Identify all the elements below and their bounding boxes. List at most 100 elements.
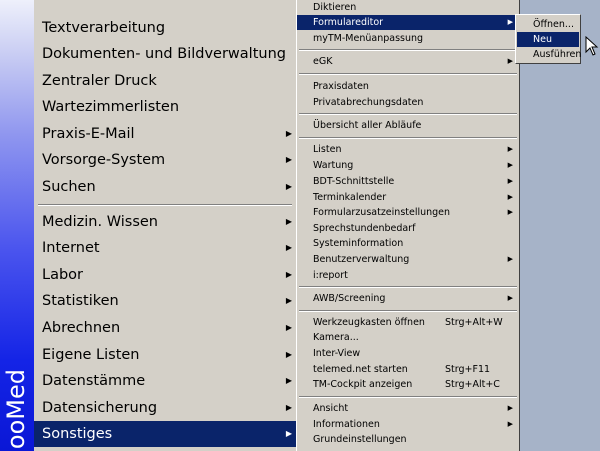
submenu-arrow-icon: ▶ (507, 255, 513, 263)
menu-separator (299, 73, 517, 75)
submenu-arrow-icon: ▶ (285, 296, 292, 305)
submenu-item-uebersicht-ablaeufe[interactable]: Übersicht aller Abläufe (297, 118, 519, 133)
submenu-item-listen[interactable]: Listen ▶ (297, 142, 519, 157)
menu-item-label: Wartezimmerlisten (42, 99, 180, 115)
menu-separator (299, 137, 517, 139)
submenu-item-label: Wartung (313, 160, 354, 171)
menu-item-vorsorge-system[interactable]: Vorsorge-System ▶ (34, 147, 296, 173)
menu-item-label: Eigene Listen (42, 347, 140, 363)
submenu-item-werkzeugkasten[interactable]: Werkzeugkasten öffnen Strg+Alt+W (297, 315, 519, 330)
menu-separator (299, 310, 517, 312)
submenu-arrow-icon: ▶ (507, 161, 513, 169)
menu-item-label: Datenstämme (42, 373, 146, 389)
submenu-arrow-icon: ▶ (507, 208, 513, 216)
submenu-item-label: TM-Cockpit anzeigen (313, 379, 413, 390)
submenu-item-label: Formulareditor (313, 17, 384, 28)
submenu-arrow-icon: ▶ (507, 177, 513, 185)
submenu-item-inter-view[interactable]: Inter-View (297, 346, 519, 361)
brand-strip: ooMed (0, 0, 34, 451)
submenu-arrow-icon: ▶ (507, 404, 513, 412)
submenu-item-ansicht[interactable]: Ansicht ▶ (297, 401, 519, 416)
menu-item-label: Abrechnen (42, 320, 121, 336)
submenu-item-wartung[interactable]: Wartung ▶ (297, 158, 519, 173)
submenu-item-label: Grundeinstellungen (313, 434, 407, 445)
menu-item-dokumentenverwaltung[interactable]: Dokumenten- und Bildverwaltung (34, 41, 296, 67)
desktop-background (520, 0, 600, 451)
menu-item-statistiken[interactable]: Statistiken ▶ (34, 288, 296, 314)
submenu-arrow-icon: ▶ (507, 294, 513, 302)
submenu-item-privatabrechungsdaten[interactable]: Privatabrechungsdaten (297, 95, 519, 110)
menu-item-eigene-listen[interactable]: Eigene Listen ▶ (34, 342, 296, 368)
submenu-item-label: Systeminformation (313, 238, 404, 249)
menu-item-datensicherung[interactable]: Datensicherung ▶ (34, 395, 296, 421)
submenu-item-egk[interactable]: eGK ▶ (297, 54, 519, 69)
submenu-item-telemed-net[interactable]: telemed.net starten Strg+F11 (297, 362, 519, 377)
submenu-item-oeffnen[interactable]: Öffnen... (517, 17, 579, 32)
submenu-arrow-icon: ▶ (285, 129, 292, 138)
submenu-item-label: Ansicht (313, 403, 349, 414)
submenu-item-awb-screening[interactable]: AWB/Screening ▶ (297, 291, 519, 306)
menu-item-label: Suchen (42, 179, 96, 195)
submenu-item-formularzusatzeinstellungen[interactable]: Formularzusatzeinstellungen ▶ (297, 205, 519, 220)
menu-item-label: Statistiken (42, 293, 119, 309)
submenu-sonstiges: Diktieren Formulareditor ▶ myTM-Menüanpas… (296, 0, 520, 451)
submenu-item-label: Diktieren (313, 2, 357, 13)
submenu-arrow-icon: ▶ (507, 193, 513, 201)
menu-item-datenstaemme[interactable]: Datenstämme ▶ (34, 368, 296, 394)
menu-item-labor[interactable]: Labor ▶ (34, 262, 296, 288)
submenu-item-ausfuehren[interactable]: Ausführen (517, 47, 582, 62)
submenu-item-label: Ausführen (533, 49, 582, 60)
shortcut-label: Strg+Alt+C (445, 379, 500, 390)
submenu-item-label: BDT-Schnittstelle (313, 176, 395, 187)
submenu-item-informationen[interactable]: Informationen ▶ (297, 417, 519, 432)
menu-item-zentraler-druck[interactable]: Zentraler Druck (34, 68, 296, 94)
menu-item-suchen[interactable]: Suchen ▶ (34, 174, 296, 200)
menu-item-medizin-wissen[interactable]: Medizin. Wissen ▶ (34, 209, 296, 235)
submenu-item-label: telemed.net starten (313, 364, 408, 375)
menu-item-label: Praxis-E-Mail (42, 126, 135, 142)
submenu-item-kamera[interactable]: Kamera... (297, 330, 519, 345)
menu-item-label: Internet (42, 240, 100, 256)
submenu-formulareditor: Öffnen... Neu Ausführen (515, 14, 581, 64)
menu-item-textverarbeitung[interactable]: Textverarbeitung (34, 15, 296, 41)
submenu-item-formulareditor[interactable]: Formulareditor ▶ (297, 15, 519, 30)
submenu-item-label: Privatabrechungsdaten (313, 97, 424, 108)
submenu-item-benutzerverwaltung[interactable]: Benutzerverwaltung ▶ (297, 252, 519, 267)
submenu-item-tm-cockpit[interactable]: TM-Cockpit anzeigen Strg+Alt+C (297, 377, 519, 392)
submenu-item-mytm-menueanpassung[interactable]: myTM-Menüanpassung (297, 31, 519, 46)
submenu-item-label: Informationen (313, 419, 380, 430)
submenu-item-diktieren[interactable]: Diktieren (297, 0, 519, 15)
menu-item-label: Medizin. Wissen (42, 214, 158, 230)
menu-separator (299, 396, 517, 398)
submenu-item-terminkalender[interactable]: Terminkalender ▶ (297, 190, 519, 205)
submenu-item-label: Werkzeugkasten öffnen (313, 317, 425, 328)
submenu-item-sprechstundenbedarf[interactable]: Sprechstundenbedarf (297, 221, 519, 236)
menu-item-label: Zentraler Druck (42, 73, 157, 89)
submenu-item-label: AWB/Screening (313, 293, 386, 304)
submenu-item-label: Praxisdaten (313, 81, 369, 92)
menu-item-label: Sonstiges (42, 426, 113, 442)
submenu-arrow-icon: ▶ (285, 376, 292, 385)
submenu-item-label: Öffnen... (533, 19, 574, 30)
menu-separator (299, 49, 517, 51)
menu-item-internet[interactable]: Internet ▶ (34, 235, 296, 261)
submenu-item-grundeinstellungen[interactable]: Grundeinstellungen (297, 432, 519, 447)
submenu-item-praxisdaten[interactable]: Praxisdaten (297, 79, 519, 94)
submenu-item-ireport[interactable]: i:report (297, 268, 519, 283)
menu-separator (299, 286, 517, 288)
submenu-item-bdt-schnittstelle[interactable]: BDT-Schnittstelle ▶ (297, 174, 519, 189)
menu-item-praxis-email[interactable]: Praxis-E-Mail ▶ (34, 121, 296, 147)
submenu-item-label: myTM-Menüanpassung (313, 33, 424, 44)
submenu-item-label: Benutzerverwaltung (313, 254, 410, 265)
menu-item-wartezimmerlisten[interactable]: Wartezimmerlisten (34, 94, 296, 120)
mouse-cursor-icon (585, 36, 599, 56)
submenu-item-label: Listen (313, 144, 342, 155)
menu-item-sonstiges[interactable]: Sonstiges ▶ (34, 421, 296, 447)
submenu-item-systeminformation[interactable]: Systeminformation (297, 236, 519, 251)
submenu-arrow-icon: ▶ (285, 270, 292, 279)
submenu-arrow-icon: ▶ (285, 403, 292, 412)
submenu-item-label: Inter-View (313, 348, 361, 359)
submenu-item-neu[interactable]: Neu (517, 32, 579, 47)
submenu-arrow-icon: ▶ (285, 182, 292, 191)
menu-item-abrechnen[interactable]: Abrechnen ▶ (34, 315, 296, 341)
